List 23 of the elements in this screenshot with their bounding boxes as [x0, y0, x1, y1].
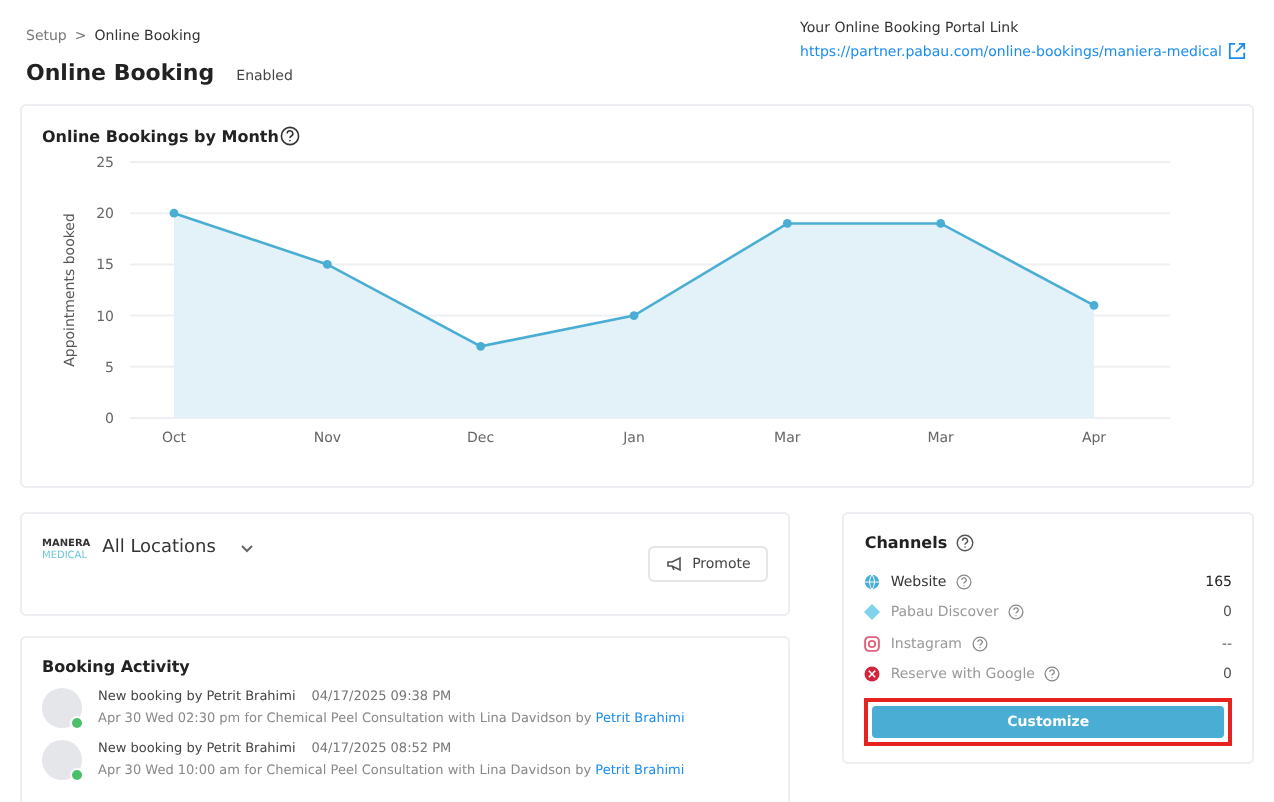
circle-icon [864, 666, 881, 683]
data-point [782, 219, 792, 228]
location-selector[interactable]: All Locations [102, 538, 216, 558]
data-point [169, 208, 179, 218]
data-point [322, 260, 332, 269]
globe-icon [864, 573, 881, 590]
channels-title: Channels [864, 534, 948, 552]
data-point [476, 341, 486, 351]
camera-icon [864, 635, 881, 652]
help-icon[interactable] [280, 126, 301, 146]
megaphone-icon [666, 556, 685, 572]
chart-title: Online Bookings by Month [42, 127, 279, 145]
data-point [1089, 300, 1099, 310]
external-link-icon[interactable] [1228, 42, 1246, 60]
help-icon[interactable] [955, 534, 974, 552]
activity-title: Booking Activity [42, 658, 192, 676]
avatar [42, 740, 82, 780]
chevron-down-icon[interactable] [239, 544, 254, 554]
data-point [936, 219, 946, 228]
page-title: Online Booking [26, 60, 215, 86]
diamond-icon [864, 604, 881, 621]
avatar [42, 688, 82, 728]
data-point [629, 311, 639, 320]
